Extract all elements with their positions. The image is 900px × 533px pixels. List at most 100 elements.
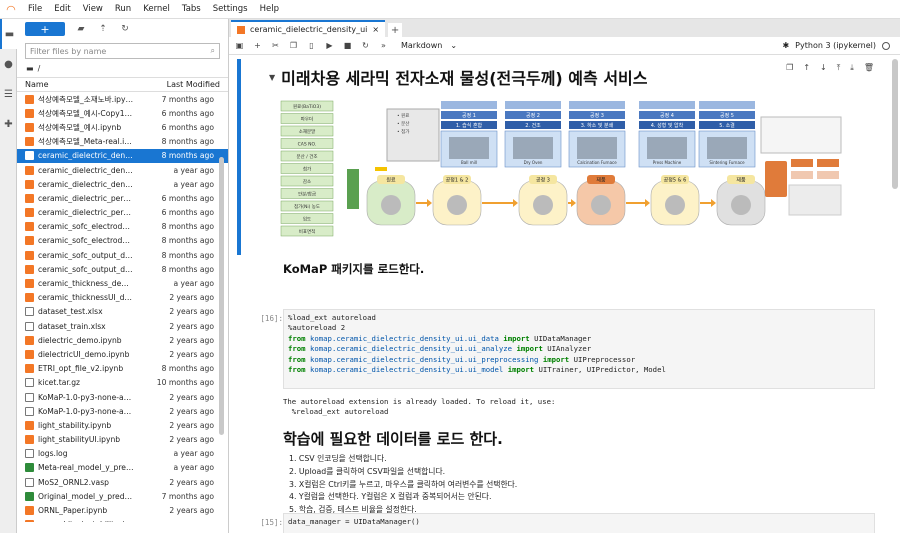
file-row[interactable]: light_stability.ipynb 2 years ago bbox=[17, 418, 228, 432]
file-row[interactable]: dataset_test.xlsx 2 years ago bbox=[17, 305, 228, 319]
spreadsheet-file-icon bbox=[25, 491, 34, 501]
file-row[interactable]: KoMaP-1.0-py3-none-any.w... 2 years ago bbox=[17, 404, 228, 418]
diagram-equipment-photo bbox=[449, 137, 489, 159]
file-name: KoMaP-1.0-py3-none-any.w... bbox=[38, 406, 134, 416]
collapse-chevron-icon[interactable]: ▼ bbox=[269, 73, 275, 82]
folder-icon[interactable]: ▬ bbox=[0, 19, 17, 49]
cell-type-select[interactable]: Markdown ⌄ bbox=[401, 41, 457, 50]
delete-icon[interactable]: 🗑 bbox=[864, 63, 874, 73]
stop-icon[interactable]: ■ bbox=[343, 41, 352, 50]
notebook-scrollbar[interactable] bbox=[892, 59, 898, 189]
copy-icon[interactable]: ❐ bbox=[289, 41, 298, 50]
notebook-file-icon bbox=[25, 506, 34, 516]
notebook-file-icon bbox=[25, 122, 34, 132]
file-name: ceramic_dielectric_density_u... bbox=[38, 151, 134, 161]
file-date: 7 months ago bbox=[161, 94, 214, 104]
kernel-indicator[interactable]: ✱ Python 3 (ipykernel) bbox=[782, 41, 900, 50]
duplicate-icon[interactable]: ❐ bbox=[786, 63, 793, 73]
file-row[interactable]: 석상예측모델_예시.ipynb 6 months ago bbox=[17, 120, 228, 134]
menu-kernel[interactable]: Kernel bbox=[137, 4, 176, 14]
menu-view[interactable]: View bbox=[77, 4, 109, 14]
file-row[interactable]: ceramic_dielectric_permittivi... 6 months… bbox=[17, 206, 228, 220]
code-cell-2[interactable]: data_manager = UIDataManager() bbox=[283, 513, 875, 533]
file-row[interactable]: ceramic_thicknessUI_demo.i... 2 years ago bbox=[17, 291, 228, 305]
code-cell-1[interactable]: %load_ext autoreload %autoreload 2 from … bbox=[283, 309, 875, 389]
file-row[interactable]: 석상예측모델_예시-Copy1.ipy... 6 months ago bbox=[17, 106, 228, 120]
refresh-icon[interactable]: ↻ bbox=[119, 24, 131, 34]
restart-run-all-icon[interactable]: » bbox=[379, 41, 388, 50]
column-last-modified[interactable]: Last Modified bbox=[167, 80, 220, 89]
file-row[interactable]: 석상예측모델_소재노바.ipynb 7 months ago bbox=[17, 92, 228, 106]
menu-settings[interactable]: Settings bbox=[207, 4, 254, 14]
bug-icon[interactable]: ✱ bbox=[782, 41, 789, 50]
spreadsheet-file-icon bbox=[25, 463, 34, 473]
code-import-line: from komap.ceramic_dielectric_density_ui… bbox=[288, 333, 592, 343]
folder-home-icon[interactable]: ▬ bbox=[26, 64, 34, 73]
diagram-left-label: 원료(BaTiO3) bbox=[293, 103, 321, 110]
paste-icon[interactable]: ▯ bbox=[307, 41, 316, 50]
run-icon[interactable]: ▶ bbox=[325, 41, 334, 50]
file-row[interactable]: KoMaP-1.0-py3-none-any.whl 2 years ago bbox=[17, 390, 228, 404]
toc-icon[interactable]: ☰ bbox=[0, 79, 17, 109]
file-date: a year ago bbox=[173, 165, 214, 175]
menu-file[interactable]: File bbox=[22, 4, 48, 14]
file-row[interactable]: dielectric_demo.ipynb 2 years ago bbox=[17, 333, 228, 347]
file-row[interactable]: ceramic_dielectric_density.ip... a year a… bbox=[17, 163, 228, 177]
file-row[interactable]: Original_model_y_predict.csv 7 months ago bbox=[17, 489, 228, 503]
file-row[interactable]: kicet.tar.gz 10 months ago bbox=[17, 376, 228, 390]
file-row[interactable]: perovskite_instability_index.i...a year … bbox=[17, 518, 228, 522]
move-up-icon[interactable]: ↑ bbox=[803, 63, 810, 73]
file-row[interactable]: ceramic_dielectric_density_u... 8 months … bbox=[17, 148, 228, 163]
file-list-scrollbar[interactable] bbox=[219, 157, 224, 435]
breadcrumb-root[interactable]: / bbox=[38, 64, 41, 73]
activity-bar: ▬ ● ☰ ✚ bbox=[0, 19, 17, 533]
save-icon[interactable]: ▣ bbox=[235, 41, 244, 50]
file-row[interactable]: ORNL_Paper.ipynb 2 years ago bbox=[17, 503, 228, 517]
insert-cell-icon[interactable]: + bbox=[253, 41, 262, 50]
document-file-icon bbox=[25, 449, 34, 459]
file-row[interactable]: dataset_train.xlsx 2 years ago bbox=[17, 319, 228, 333]
insert-above-icon[interactable]: ⤒ bbox=[837, 63, 841, 73]
file-row[interactable]: ceramic_sofc_electrode_thic... 8 months a… bbox=[17, 234, 228, 248]
file-row[interactable]: 석상예측모델_Meta-real.ipynb 8 months ago bbox=[17, 135, 228, 149]
filter-input[interactable]: Filter files by name ⌕ bbox=[25, 43, 220, 59]
column-name[interactable]: Name bbox=[25, 80, 167, 89]
file-row[interactable]: ETRI_opt_file_v2.ipynb 8 months ago bbox=[17, 362, 228, 376]
file-row[interactable]: Meta-real_model_y_predict... a year ago bbox=[17, 461, 228, 475]
new-folder-icon[interactable]: ▰ bbox=[75, 24, 87, 34]
file-row[interactable]: light_stabilityUI.ipynb 2 years ago bbox=[17, 433, 228, 447]
file-row[interactable]: ceramic_sofc_electrode_thic... 8 months a… bbox=[17, 220, 228, 234]
file-row[interactable]: ceramic_dielectric_permittivi... 6 months… bbox=[17, 191, 228, 205]
code-import-line: from komap.ceramic_dielectric_density_ui… bbox=[288, 344, 592, 354]
move-down-icon[interactable]: ↓ bbox=[820, 63, 827, 73]
diagram-left-label: 소재분말 bbox=[299, 128, 316, 135]
file-row[interactable]: ceramic_dielectric_densityUI... a year ag… bbox=[17, 177, 228, 191]
file-date: 8 months ago bbox=[161, 151, 214, 161]
file-name: ceramic_sofc_electrode_thic... bbox=[38, 222, 134, 232]
upload-icon[interactable]: ⇡ bbox=[97, 24, 109, 34]
new-launcher-button[interactable]: + bbox=[25, 22, 65, 36]
file-row[interactable]: MoS2_ORNL2.vasp 2 years ago bbox=[17, 475, 228, 489]
insert-below-icon[interactable]: ⤓ bbox=[850, 63, 854, 73]
file-row[interactable]: ceramic_thickness_demo.ipy... a year ago bbox=[17, 276, 228, 290]
menu-help[interactable]: Help bbox=[254, 4, 285, 14]
file-row[interactable]: ceramic_sofc_output_densit... 8 months ag… bbox=[17, 248, 228, 262]
add-tab-icon[interactable]: + bbox=[388, 23, 403, 37]
file-date: 8 months ago bbox=[161, 250, 214, 260]
menu-tabs[interactable]: Tabs bbox=[176, 4, 207, 14]
notebook-file-icon bbox=[25, 435, 34, 445]
extension-icon[interactable]: ✚ bbox=[0, 109, 17, 139]
tab-notebook[interactable]: ceramic_dielectric_density_ui × bbox=[231, 20, 386, 37]
file-row[interactable]: logs.log a year ago bbox=[17, 447, 228, 461]
menu-edit[interactable]: Edit bbox=[48, 4, 76, 14]
cut-icon[interactable]: ✂ bbox=[271, 41, 280, 50]
restart-icon[interactable]: ↻ bbox=[361, 41, 370, 50]
diagram-left-label: 비표면적 bbox=[299, 228, 316, 235]
file-row[interactable]: ceramic_sofc_output_densit... 8 months ag… bbox=[17, 262, 228, 276]
diagram-left-label: CAS NO. bbox=[298, 142, 317, 148]
running-icon[interactable]: ● bbox=[0, 49, 17, 79]
menu-run[interactable]: Run bbox=[109, 4, 137, 14]
close-icon[interactable]: × bbox=[372, 25, 379, 34]
file-date: 2 years ago bbox=[169, 307, 214, 317]
file-row[interactable]: dielectricUI_demo.ipynb 2 years ago bbox=[17, 347, 228, 361]
